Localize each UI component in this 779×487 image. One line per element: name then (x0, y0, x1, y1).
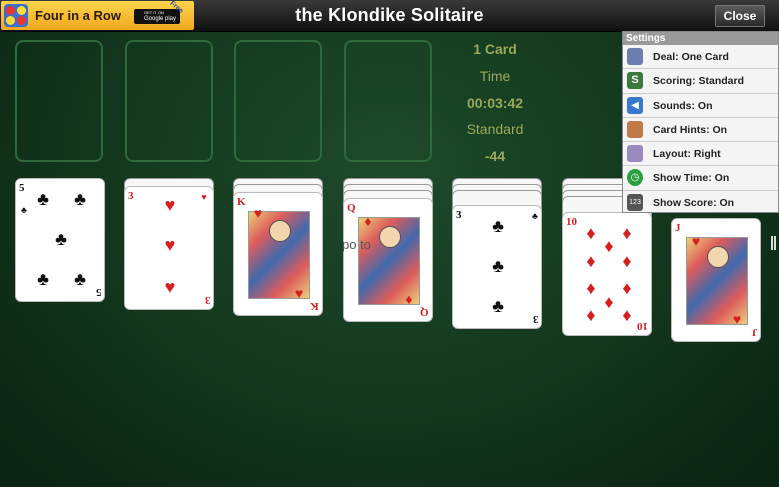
foundation-slot-3[interactable] (234, 40, 322, 162)
score-value: -44 (484, 148, 506, 164)
setting-scoring[interactable]: S Scoring: Standard (623, 69, 778, 94)
tableau-card-jack-hearts[interactable]: J ♥ ♥ J (671, 218, 761, 342)
hint-card-icon (627, 120, 643, 138)
tableau-card-king-hearts[interactable]: K ♥ ♥ K (233, 192, 323, 316)
setting-card-hints[interactable]: Card Hints: On (623, 118, 778, 143)
clock-icon: ◷ (627, 169, 643, 187)
top-bar: Four in a Row GET IT ON Google play Free… (0, 0, 779, 32)
scoring-icon: S (627, 72, 643, 90)
overlay-ghost-text: po to (342, 237, 371, 252)
score-icon: 123 (627, 193, 643, 211)
setting-sounds[interactable]: ◀ Sounds: On (623, 94, 778, 118)
tableau-card-3-clubs[interactable]: 3 ♣ ♣ ♣ ♣ 3 (452, 205, 542, 329)
card-icon (627, 48, 643, 65)
settings-menu: Settings Deal: One Card S Scoring: Stand… (622, 31, 779, 213)
foundation-slot-1[interactable] (15, 40, 103, 162)
elapsed-time: 00:03:42 (466, 95, 524, 111)
hand-icon (627, 145, 643, 163)
setting-show-score[interactable]: 123 Show Score: On (623, 191, 778, 215)
deal-mode-label: 1 Card (473, 41, 517, 57)
foundation-slot-2[interactable] (125, 40, 213, 162)
tableau-card-queen-diamonds[interactable]: Q ♦ ♦ Q (343, 198, 433, 322)
close-button[interactable]: Close (715, 5, 765, 27)
tableau-card-10-diamonds[interactable]: 10 ♦ ♦ ♦ ♦ ♦ ♦ ♦ ♦ ♦ ♦ 10 (562, 212, 652, 336)
side-drawer-handle[interactable] (771, 236, 776, 250)
setting-layout[interactable]: Layout: Right (623, 142, 778, 167)
tableau-card-5-clubs[interactable]: 5 ♣ ♣ ♣ ♣ ♣ ♣ 5 (15, 178, 105, 302)
speaker-icon: ◀ (627, 96, 643, 114)
tableau-card-3-hearts[interactable]: 3 ♥ ♥ ♥ ♥ 3 (124, 186, 214, 310)
foundation-slot-4[interactable] (344, 40, 432, 162)
scoring-mode: Standard (466, 121, 524, 137)
app-title: the Klondike Solitaire (295, 5, 484, 25)
time-label: Time (479, 68, 511, 84)
settings-menu-title: Settings (623, 32, 778, 45)
setting-show-time[interactable]: ◷ Show Time: On (623, 166, 778, 191)
setting-deal[interactable]: Deal: One Card (623, 45, 778, 70)
